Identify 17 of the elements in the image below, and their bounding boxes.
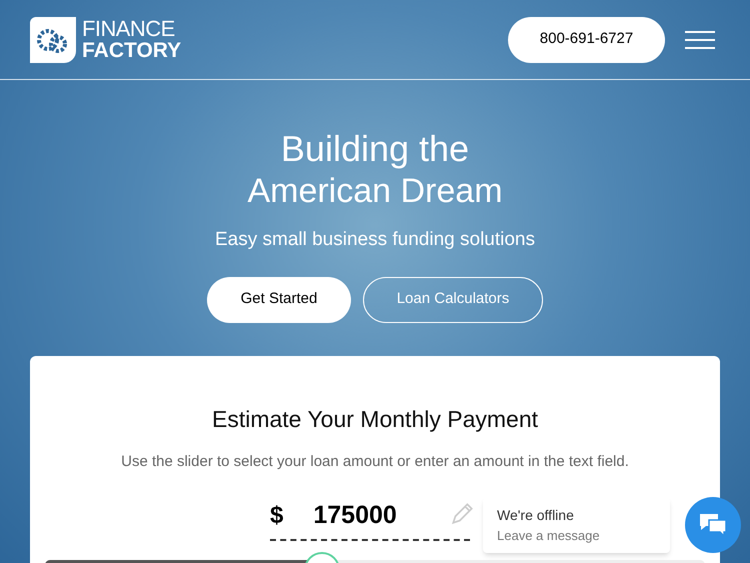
menu-icon[interactable] [685, 30, 715, 48]
logo-text: FACTORY [82, 40, 182, 62]
card-title: Estimate Your Monthly Payment [212, 405, 538, 434]
amount-value: 175000 [313, 500, 397, 531]
hero-title: American Dream [247, 171, 503, 212]
chat-prompt: Leave a message [497, 526, 601, 545]
hero-title: Building the [280, 128, 470, 170]
amount-field[interactable]: $ 175000 [270, 497, 470, 540]
currency-symbol: $ [270, 500, 284, 531]
chat-status: We're offline [497, 506, 575, 525]
gear-logo-icon [30, 16, 76, 62]
chat-popup[interactable]: We're offline Leave a message [483, 497, 670, 553]
phone-button[interactable]: 800-691-6727 [508, 16, 665, 62]
instructions: Use the slider to select your loan amount or enter an amount in the text field. [121, 452, 629, 472]
hero-subtitle: Easy small business funding solutions [214, 228, 535, 252]
logo-text: FINANCE [82, 18, 176, 40]
get-started-button[interactable]: Get Started [207, 276, 351, 322]
